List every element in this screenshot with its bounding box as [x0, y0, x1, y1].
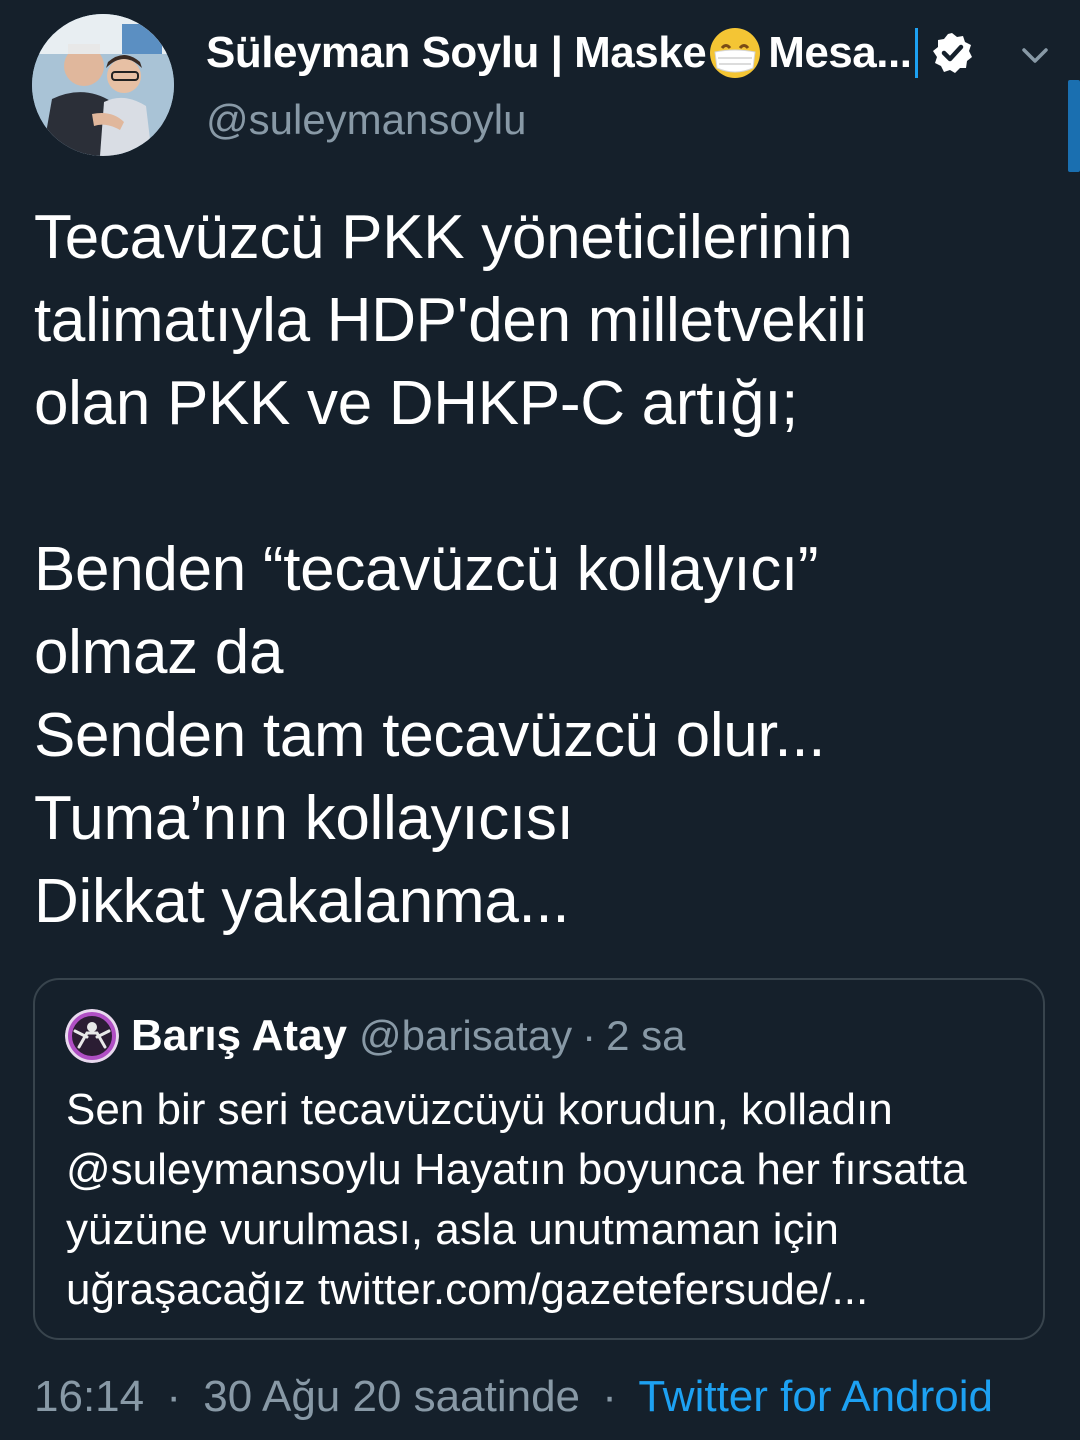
meta-separator: · — [166, 1372, 181, 1421]
tweet-text: Tecavüzcü PKK yöneticilerinin talimatıyl… — [34, 203, 867, 936]
quoted-tweet[interactable]: Barış Atay @barisatay · 2 sa Sen bir ser… — [33, 978, 1045, 1340]
tweet-meta: 16:14 · 30 Ağu 20 saatinde · Twitter for… — [34, 1372, 993, 1422]
quoted-tweet-text: Sen bir seri tecavüzcüyü korudun, kollad… — [66, 1085, 967, 1314]
quoted-separator: · — [582, 1012, 597, 1059]
quoted-tweet-header: Barış Atay @barisatay · 2 sa — [65, 1006, 685, 1066]
tweet-source-link[interactable]: Twitter for Android — [638, 1372, 993, 1421]
tweet-header: Süleyman Soylu | Maske Mesa... @suleyman… — [0, 0, 1080, 172]
scrollbar[interactable] — [1068, 80, 1080, 172]
author-avatar[interactable] — [32, 14, 174, 156]
author-handle[interactable]: @suleymansoylu — [206, 96, 526, 144]
author-name-suffix: Mesa... — [768, 28, 912, 77]
text-cursor — [915, 28, 919, 78]
quoted-author-handle[interactable]: @barisatay — [359, 1012, 572, 1060]
author-name-row[interactable]: Süleyman Soylu | Maske Mesa... — [206, 22, 974, 84]
verified-badge-icon — [930, 31, 974, 75]
tweet-time[interactable]: 16:14 — [34, 1372, 144, 1421]
quoted-author-name[interactable]: Barış Atay — [131, 1011, 347, 1061]
quoted-timestamp[interactable]: 2 sa — [606, 1012, 685, 1060]
author-display-name[interactable]: Süleyman Soylu | Maske — [206, 28, 707, 78]
quoted-author-avatar[interactable] — [65, 1009, 119, 1063]
mask-emoji-icon — [708, 26, 762, 80]
meta-separator-2: · — [602, 1372, 617, 1421]
chevron-down-icon[interactable] — [1016, 36, 1054, 74]
tweet-date[interactable]: 30 Ağu 20 saatinde — [203, 1372, 580, 1421]
